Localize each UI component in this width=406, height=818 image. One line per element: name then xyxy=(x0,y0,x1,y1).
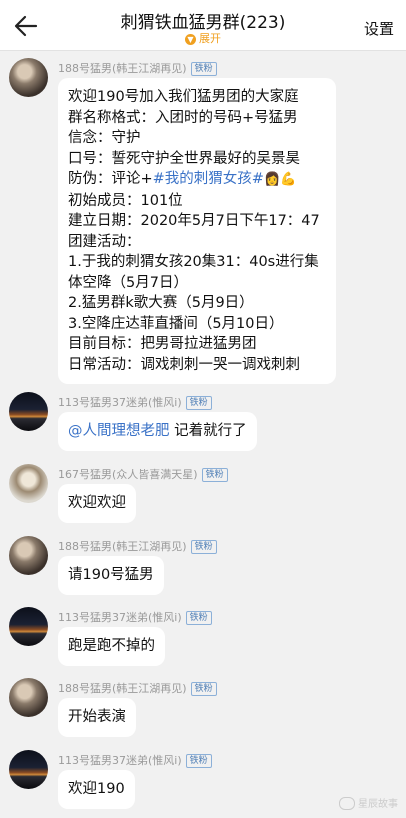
sender-name: 167号猛男(众人皆喜满天星) 铁粉 xyxy=(58,466,228,482)
sender-label: 113号猛男37迷弟(惟风i) xyxy=(58,754,182,767)
avatar[interactable] xyxy=(9,607,48,646)
message-line: 2.猛男群k歌大赛（5月9日） xyxy=(68,295,254,311)
sender-name: 113号猛男37迷弟(惟风i) 铁粉 xyxy=(58,394,212,410)
avatar[interactable] xyxy=(9,392,48,431)
message-line: 欢迎190号加入我们猛男团的大家庭 xyxy=(68,89,299,105)
message-line: 防伪：评论+#我的刺猬女孩#👩💪 xyxy=(68,169,326,191)
fan-badge: 铁粉 xyxy=(185,611,212,625)
message-text: 记着就行了 xyxy=(169,423,247,439)
chat-header: 刺猬铁血猛男群(223) ▼ 展开 设置 xyxy=(0,0,406,51)
avatar[interactable] xyxy=(9,678,48,717)
message-line: 1.于我的刺猬女孩20集31：40s进行集体空降（5月7日） xyxy=(68,254,319,291)
woman-emoji-icon: 👩 xyxy=(263,172,281,187)
wechat-icon xyxy=(339,797,355,810)
sender-label: 188号猛男(韩王江湖再见) xyxy=(58,62,187,75)
message-bubble[interactable]: 开始表演 xyxy=(58,698,136,737)
message-line: 信念：守护 xyxy=(68,130,141,146)
fan-badge: 铁粉 xyxy=(201,468,228,482)
fan-badge: 铁粉 xyxy=(190,540,217,554)
message-bubble[interactable]: 欢迎190号加入我们猛男团的大家庭 群名称格式：入团时的号码+号猛男 信念：守护… xyxy=(58,78,336,384)
fan-badge: 铁粉 xyxy=(190,62,217,76)
sender-label: 113号猛男37迷弟(惟风i) xyxy=(58,396,182,409)
message-bubble[interactable]: 欢迎190 xyxy=(58,770,135,809)
message-bubble[interactable]: 跑是跑不掉的 xyxy=(58,627,165,666)
message-line: 团建活动： xyxy=(68,233,141,250)
settings-button[interactable]: 设置 xyxy=(364,18,394,39)
avatar[interactable] xyxy=(9,464,48,503)
fan-badge: 铁粉 xyxy=(190,682,217,696)
sender-label: 188号猛男(韩王江湖再见) xyxy=(58,540,187,553)
message-line: 初始成员：101位 xyxy=(68,192,183,209)
avatar[interactable] xyxy=(9,536,48,575)
chevron-down-icon: ▼ xyxy=(185,33,196,45)
sender-label: 167号猛男(众人皆喜满天星) xyxy=(58,468,198,481)
sender-name: 188号猛男(韩王江湖再见) 铁粉 xyxy=(58,538,217,554)
message-bubble[interactable]: 请190号猛男 xyxy=(58,556,164,595)
message-line: 口号：誓死守护全世界最好的吴景昊 xyxy=(68,150,300,167)
message-line: 日常活动：调戏刺刺一哭一调戏刺刺 xyxy=(68,356,300,373)
watermark-label: 星辰故事 xyxy=(358,798,398,810)
message-line: 3.空降庄达菲直播间（5月10日） xyxy=(68,315,284,332)
avatar[interactable] xyxy=(9,58,48,97)
expand-toggle[interactable]: ▼ 展开 xyxy=(0,30,406,46)
sender-name: 113号猛男37迷弟(惟风i) 铁粉 xyxy=(58,752,212,768)
message-bubble[interactable]: 欢迎欢迎 xyxy=(58,484,136,523)
message-bubble[interactable]: @人間理想老肥 记着就行了 xyxy=(58,412,257,451)
flexed-biceps-emoji-icon: 💪 xyxy=(280,172,297,187)
fan-badge: 铁粉 xyxy=(185,396,212,410)
message-line: 群名称格式：入团时的号码+号猛男 xyxy=(68,109,298,126)
message-text: 防伪：评论+ xyxy=(68,171,153,187)
hashtag-link[interactable]: #我的刺猬女孩# xyxy=(153,171,264,187)
watermark: 星辰故事 xyxy=(339,795,398,810)
sender-label: 188号猛男(韩王江湖再见) xyxy=(58,682,187,695)
sender-name: 188号猛男(韩王江湖再见) 铁粉 xyxy=(58,680,217,696)
sender-name: 188号猛男(韩王江湖再见) 铁粉 xyxy=(58,60,217,76)
sender-label: 113号猛男37迷弟(惟风i) xyxy=(58,611,182,624)
fan-badge: 铁粉 xyxy=(185,754,212,768)
mention-link[interactable]: @人間理想老肥 xyxy=(68,423,170,439)
expand-label: 展开 xyxy=(199,32,221,45)
sender-name: 113号猛男37迷弟(惟风i) 铁粉 xyxy=(58,609,212,625)
message-line: 目前目标：把男哥拉进猛男团 xyxy=(68,336,257,352)
message-line: 建立日期：2020年5月7日下午17：47 xyxy=(68,213,320,229)
avatar[interactable] xyxy=(9,750,48,789)
